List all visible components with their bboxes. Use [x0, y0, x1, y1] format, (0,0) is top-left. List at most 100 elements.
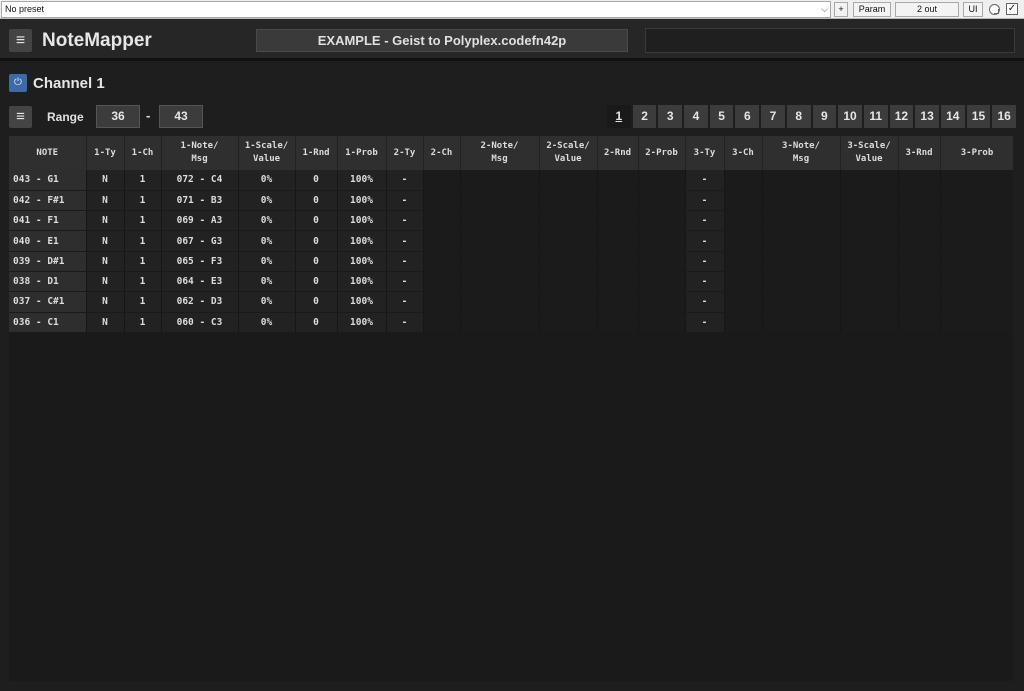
table-cell[interactable]	[460, 251, 540, 272]
table-cell[interactable]	[638, 251, 686, 272]
table-cell[interactable]	[724, 170, 763, 191]
table-cell[interactable]: 0	[295, 312, 338, 333]
table-cell[interactable]	[898, 230, 941, 252]
table-cell[interactable]	[940, 190, 1013, 212]
table-cell[interactable]: 060 - C3	[161, 312, 239, 333]
table-cell[interactable]: 072 - C4	[161, 170, 239, 191]
table-cell[interactable]: 062 - D3	[161, 291, 239, 313]
range-low-field[interactable]: 36	[96, 105, 140, 128]
table-cell[interactable]	[597, 170, 639, 191]
table-cell[interactable]	[539, 271, 598, 293]
column-header[interactable]: 1-Ty	[86, 136, 125, 170]
table-cell[interactable]: 100%	[337, 291, 387, 313]
table-cell[interactable]	[940, 251, 1013, 272]
table-cell[interactable]	[460, 170, 540, 191]
table-cell[interactable]: 0	[295, 230, 338, 252]
table-cell[interactable]: 0%	[238, 251, 296, 272]
table-cell[interactable]	[423, 271, 461, 293]
knob-icon[interactable]	[989, 4, 1000, 15]
tab-channel-8[interactable]: 8	[786, 105, 811, 128]
column-header[interactable]: 2-Ch	[423, 136, 461, 170]
table-cell[interactable]	[898, 210, 941, 232]
table-cell[interactable]	[460, 291, 540, 313]
param-button[interactable]: Param	[853, 2, 891, 17]
column-header[interactable]: 3-Rnd	[898, 136, 941, 170]
table-cell[interactable]: 100%	[337, 170, 387, 191]
table-cell[interactable]	[539, 312, 598, 333]
column-header[interactable]: 3-Note/ Msg	[762, 136, 841, 170]
column-header[interactable]: 2-Prob	[638, 136, 686, 170]
table-cell[interactable]	[940, 230, 1013, 252]
column-header[interactable]: 1-Scale/ Value	[238, 136, 296, 170]
table-cell[interactable]: 0	[295, 251, 338, 272]
table-cell[interactable]	[460, 190, 540, 212]
column-header[interactable]: 1-Note/ Msg	[161, 136, 239, 170]
table-cell[interactable]	[898, 312, 941, 333]
table-cell[interactable]: N	[86, 170, 125, 191]
table-cell[interactable]: 1	[124, 291, 162, 313]
table-cell[interactable]	[840, 251, 899, 272]
tab-channel-12[interactable]: 12	[889, 105, 914, 128]
table-cell[interactable]	[840, 230, 899, 252]
range-high-field[interactable]: 43	[159, 105, 203, 128]
table-cell[interactable]: -	[386, 170, 424, 191]
table-cell[interactable]	[840, 312, 899, 333]
table-cell[interactable]	[423, 312, 461, 333]
table-cell[interactable]: N	[86, 312, 125, 333]
preset-select[interactable]: No preset ⌵	[1, 1, 831, 18]
column-header[interactable]: 3-Ty	[685, 136, 725, 170]
table-cell[interactable]	[724, 230, 763, 252]
tab-channel-2[interactable]: 2	[632, 105, 657, 128]
column-header[interactable]: 3-Scale/ Value	[840, 136, 899, 170]
table-cell[interactable]: 064 - E3	[161, 271, 239, 293]
table-cell[interactable]	[423, 251, 461, 272]
table-cell[interactable]	[762, 190, 841, 212]
output-select[interactable]: 2 out	[895, 2, 959, 17]
table-cell[interactable]: 100%	[337, 251, 387, 272]
enable-checkbox[interactable]: ✓	[1006, 3, 1018, 15]
table-cell[interactable]	[638, 170, 686, 191]
column-header[interactable]: 3-Ch	[724, 136, 763, 170]
table-cell[interactable]: 100%	[337, 312, 387, 333]
table-cell[interactable]	[460, 312, 540, 333]
table-cell[interactable]	[539, 251, 598, 272]
table-cell[interactable]: 1	[124, 210, 162, 232]
table-cell[interactable]	[762, 312, 841, 333]
table-cell[interactable]	[423, 291, 461, 313]
table-cell[interactable]	[898, 251, 941, 272]
table-cell[interactable]: 0	[295, 210, 338, 232]
table-cell[interactable]: 0	[295, 271, 338, 293]
table-cell[interactable]	[597, 230, 639, 252]
table-cell[interactable]: 1	[124, 170, 162, 191]
table-cell[interactable]	[539, 210, 598, 232]
tab-channel-7[interactable]: 7	[761, 105, 785, 128]
table-cell[interactable]: -	[685, 251, 725, 272]
table-cell[interactable]	[724, 251, 763, 272]
table-cell[interactable]: 1	[124, 251, 162, 272]
table-cell[interactable]	[840, 210, 899, 232]
table-cell[interactable]	[840, 170, 899, 191]
tab-channel-9[interactable]: 9	[812, 105, 837, 128]
table-cell[interactable]	[597, 312, 639, 333]
table-cell[interactable]: -	[685, 170, 725, 191]
column-header[interactable]: 2-Ty	[386, 136, 424, 170]
table-cell[interactable]	[724, 291, 763, 313]
table-cell[interactable]	[638, 190, 686, 212]
table-cell[interactable]	[840, 271, 899, 293]
table-cell[interactable]: 1	[124, 230, 162, 252]
table-cell[interactable]: 1	[124, 190, 162, 212]
table-cell[interactable]	[940, 210, 1013, 232]
ui-button[interactable]: UI	[963, 2, 983, 17]
table-cell[interactable]: 100%	[337, 190, 387, 212]
table-cell[interactable]: N	[86, 271, 125, 293]
table-cell[interactable]: -	[685, 291, 725, 313]
column-header[interactable]: 3-Prob	[940, 136, 1013, 170]
table-cell[interactable]: 100%	[337, 271, 387, 293]
table-cell[interactable]	[762, 170, 841, 191]
table-cell[interactable]	[940, 170, 1013, 191]
table-cell[interactable]: 067 - G3	[161, 230, 239, 252]
column-header[interactable]: NOTE	[9, 136, 87, 170]
column-header[interactable]: 1-Rnd	[295, 136, 338, 170]
table-cell[interactable]	[898, 170, 941, 191]
table-cell[interactable]	[940, 312, 1013, 333]
